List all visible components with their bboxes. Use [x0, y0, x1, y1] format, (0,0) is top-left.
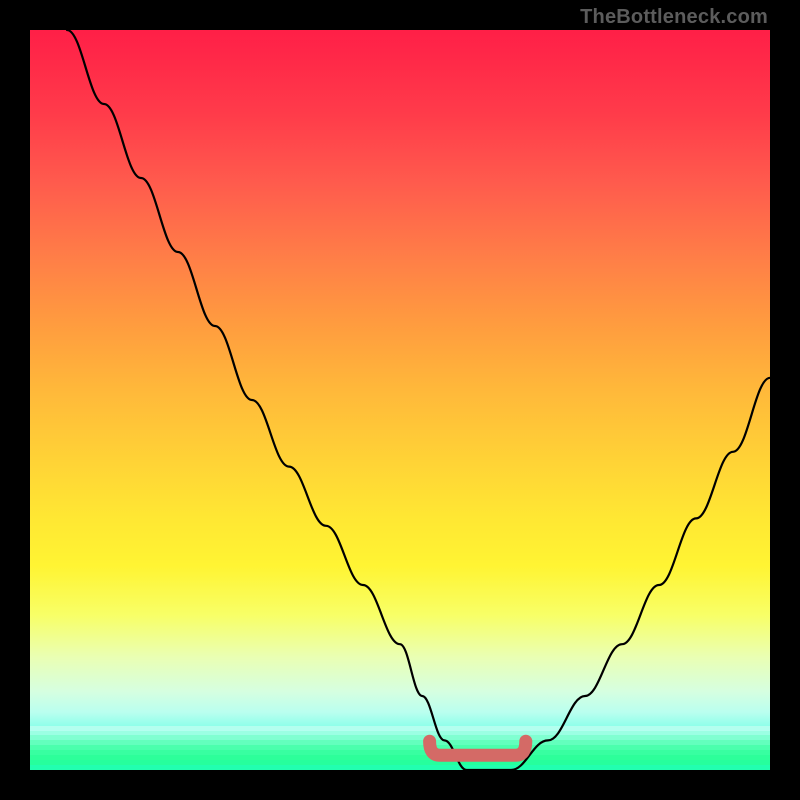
plot-area: [30, 30, 770, 770]
chart-frame: TheBottleneck.com: [0, 0, 800, 800]
attribution-label: TheBottleneck.com: [580, 6, 768, 29]
curve-layer: [30, 30, 770, 770]
bottleneck-curve: [67, 30, 770, 770]
optimal-band-marker: [430, 741, 526, 755]
